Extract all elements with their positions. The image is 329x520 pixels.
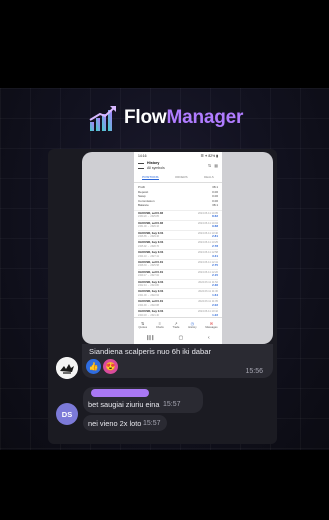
nav-label: Trade bbox=[172, 326, 180, 329]
message-2: bet saugiai ziuriu eina 15:57 bbox=[83, 387, 203, 413]
chat-panel: 14:16 ☰ ✶ 82% ▮ History All symbols ⇅ ▦ … bbox=[48, 149, 277, 444]
message-time: 15:56 bbox=[245, 368, 263, 375]
trade-price: 2324.10 → 2327.41 bbox=[138, 254, 160, 258]
tab-orders: ORDERS bbox=[174, 175, 188, 179]
phone-status-time: 14:16 bbox=[138, 154, 147, 158]
trade-row: XAUUSD, buy 0.01 2322.44 → 2324.80 2024.06… bbox=[138, 280, 218, 290]
nav-label: Quotes bbox=[138, 326, 148, 329]
bar-chart-arrow-icon bbox=[89, 106, 116, 131]
message-text: nei vieno 2x loto bbox=[88, 419, 142, 428]
trade-profit: 3.31 bbox=[212, 253, 218, 258]
trade-list: XAUUSD, sell 0.02 2330.20 → 2325.85 2024.0… bbox=[134, 211, 222, 329]
nav-quotes: ⇅ Quotes bbox=[138, 321, 147, 329]
phone-status-bar: 14:16 ☰ ✶ 82% ▮ bbox=[134, 152, 222, 160]
trade-row: XAUUSD, sell 0.01 2329.17 → 2327.02 2024.0… bbox=[138, 270, 218, 280]
message-time: 15:57 bbox=[143, 420, 161, 427]
trade-row: XAUUSD, sell 0.02 2330.20 → 2325.85 2024.0… bbox=[138, 211, 218, 221]
trade-symbol: XAUUSD, buy 0.01 bbox=[138, 309, 164, 314]
message-text: bet saugiai ziuriu eina bbox=[88, 400, 160, 409]
message-1: Siandiena scalperis nuo 6h iki dabar 👍 😍… bbox=[82, 344, 273, 378]
menu-icon bbox=[138, 162, 144, 169]
trade-profit: 9.68 bbox=[212, 224, 218, 229]
promo-frame: FlowManager 14:16 ☰ ✶ 82% ▮ History All … bbox=[0, 88, 329, 450]
avatar[interactable]: DS bbox=[56, 403, 78, 425]
trade-row: XAUUSD, buy 0.01 2321.00 → 2322.64 2024.06… bbox=[138, 289, 218, 300]
nav-trade: ↗ Trade bbox=[173, 321, 180, 329]
message-time: 15:57 bbox=[163, 401, 181, 408]
avatar[interactable] bbox=[56, 357, 78, 379]
trade-profit: 2.15 bbox=[212, 273, 218, 278]
trade-price: 2329.17 → 2327.02 bbox=[138, 274, 160, 278]
nav-charts: ≡ Charts bbox=[156, 321, 164, 329]
trade-price: 2331.00 → 2326.16 bbox=[138, 225, 160, 229]
trade-profit: 1.64 bbox=[212, 292, 218, 297]
brand-name: FlowManager bbox=[124, 107, 244, 128]
trade-row: XAUUSD, buy 0.01 2326.65 → 2329.46 2024.06… bbox=[138, 231, 218, 241]
sort-icon: ⇅ bbox=[207, 163, 212, 168]
trade-row: XAUUSD, sell 0.01 2324.90 → 2322.88 2024.0… bbox=[138, 299, 218, 310]
trade-row: XAUUSD, sell 0.02 2331.00 → 2326.16 2024.0… bbox=[138, 221, 218, 231]
trade-profit: 2.78 bbox=[212, 243, 218, 248]
trade-profit: 2.36 bbox=[212, 283, 218, 288]
phone-subtitle: All symbols bbox=[147, 165, 165, 170]
phone-screen: 14:16 ☰ ✶ 82% ▮ History All symbols ⇅ ▦ … bbox=[134, 152, 222, 344]
trade-profit: 2.81 bbox=[212, 234, 218, 238]
trade-row: XAUUSD, buy 0.01 2324.10 → 2327.41 2024.06… bbox=[138, 250, 218, 261]
trade-price: 2325.92 → 2328.70 bbox=[138, 244, 160, 248]
message-3: nei vieno 2x loto 15:57 bbox=[83, 415, 167, 431]
trade-profit: 2.75 bbox=[212, 263, 218, 268]
nav-label: History bbox=[188, 326, 197, 329]
phone-bottom-nav: ⇅ Quotes ≡ Charts ↗ Trade ◷ History ✉ Messages bbox=[134, 317, 222, 332]
trade-profit: 8.62 bbox=[212, 214, 218, 219]
calendar-icon: ▦ bbox=[214, 163, 218, 168]
trade-price: 2328.33 → 2325.58 bbox=[138, 264, 160, 268]
phone-system-nav: ∥∥∥ ▢ ‹ bbox=[134, 332, 222, 344]
trade-row: XAUUSD, buy 0.01 2325.92 → 2328.70 2024.06… bbox=[138, 240, 218, 251]
nav-history: ◷ History bbox=[188, 321, 196, 329]
trade-price: 2322.44 → 2324.80 bbox=[138, 284, 160, 288]
phone-summary: Profit 38.1 Deposit 0.00 Swap 0.00 Commission 0… bbox=[134, 183, 222, 211]
trade-price: 2330.20 → 2325.85 bbox=[138, 215, 160, 219]
trade-price: 2326.65 → 2329.46 bbox=[138, 235, 160, 238]
nav-label: Charts bbox=[155, 326, 164, 329]
tab-deals: DEALS bbox=[203, 175, 214, 179]
phone-tabs: POSITIONS ORDERS DEALS bbox=[134, 173, 222, 183]
redacted-name bbox=[91, 389, 149, 397]
summary-label: Balance bbox=[138, 203, 149, 208]
message-text: Siandiena scalperis nuo 6h iki dabar bbox=[89, 347, 212, 356]
flowmanager-logo: FlowManager bbox=[88, 103, 243, 133]
bird-avatar-icon bbox=[56, 357, 78, 379]
heart-eyes-reaction[interactable]: 😍 bbox=[103, 359, 118, 374]
trade-profit: 2.02 bbox=[212, 302, 218, 307]
home-icon: ▢ bbox=[178, 335, 184, 341]
trade-price: 2321.00 → 2322.64 bbox=[138, 293, 160, 297]
nav-label: Messages bbox=[205, 326, 218, 329]
phone-status-icons: ☰ ✶ 82% ▮ bbox=[200, 154, 218, 158]
phone-header: History All symbols ⇅ ▦ bbox=[134, 160, 222, 171]
tab-positions: POSITIONS bbox=[142, 175, 159, 180]
back-icon: ‹ bbox=[207, 335, 210, 341]
summary-value: 38.1 bbox=[212, 203, 218, 208]
recent-apps-icon: ∥∥∥ bbox=[146, 335, 154, 341]
trade-row: XAUUSD, sell 0.01 2328.33 → 2325.58 2024.0… bbox=[138, 260, 218, 270]
trade-price: 2324.90 → 2322.88 bbox=[138, 303, 160, 307]
summary-row: Balance 38.1 bbox=[138, 203, 218, 208]
nav-messages: ✉ Messages bbox=[205, 321, 217, 329]
thumbs-up-reaction[interactable]: 👍 bbox=[86, 359, 101, 374]
screenshot-photo[interactable]: 14:16 ☰ ✶ 82% ▮ History All symbols ⇅ ▦ … bbox=[82, 152, 273, 344]
